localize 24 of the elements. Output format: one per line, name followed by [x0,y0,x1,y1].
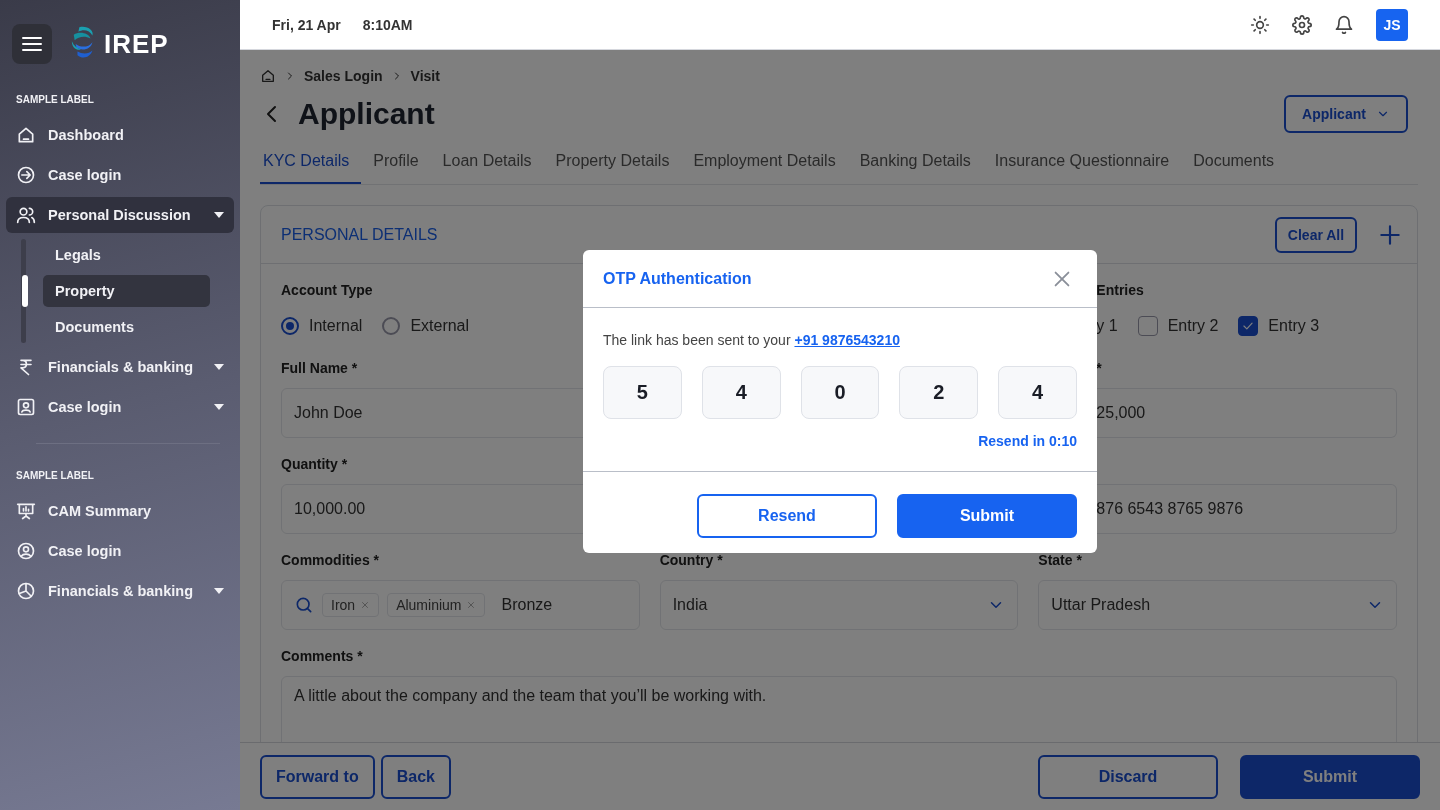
option-label: Internal [309,317,363,335]
otp-message: The link has been sent to your +91 9876543210 [603,332,901,348]
option-label: External [410,317,470,335]
logo-text: IREP [104,28,169,60]
section-label: SAMPLE LABEL [15,93,95,107]
option-label: Entry 3 [1268,317,1320,335]
field-label: Commodities * [281,552,379,570]
field-label: * [1096,360,1102,378]
field-label: Account Type [281,282,373,300]
section-label: SAMPLE LABEL [15,469,95,483]
field-label: Quantity * [281,456,348,474]
field-label: Entries [1096,282,1144,300]
resend-timer: Resend in 0:10 [978,433,1077,449]
option-label: y 1 [1096,317,1118,335]
page-title: Applicant [298,97,436,131]
time-text: 8:10AM [362,16,413,33]
field-label: Full Name * [281,360,358,378]
date-text: Fri, 21 Apr [272,16,341,33]
modal-title: OTP Authentication [603,269,753,288]
section-title: PERSONAL DETAILS [281,225,439,244]
field-label: Comments * [281,648,363,666]
field-label: Country * [659,552,723,570]
field-label: State * [1038,552,1082,570]
option-label: Entry 2 [1167,317,1219,335]
